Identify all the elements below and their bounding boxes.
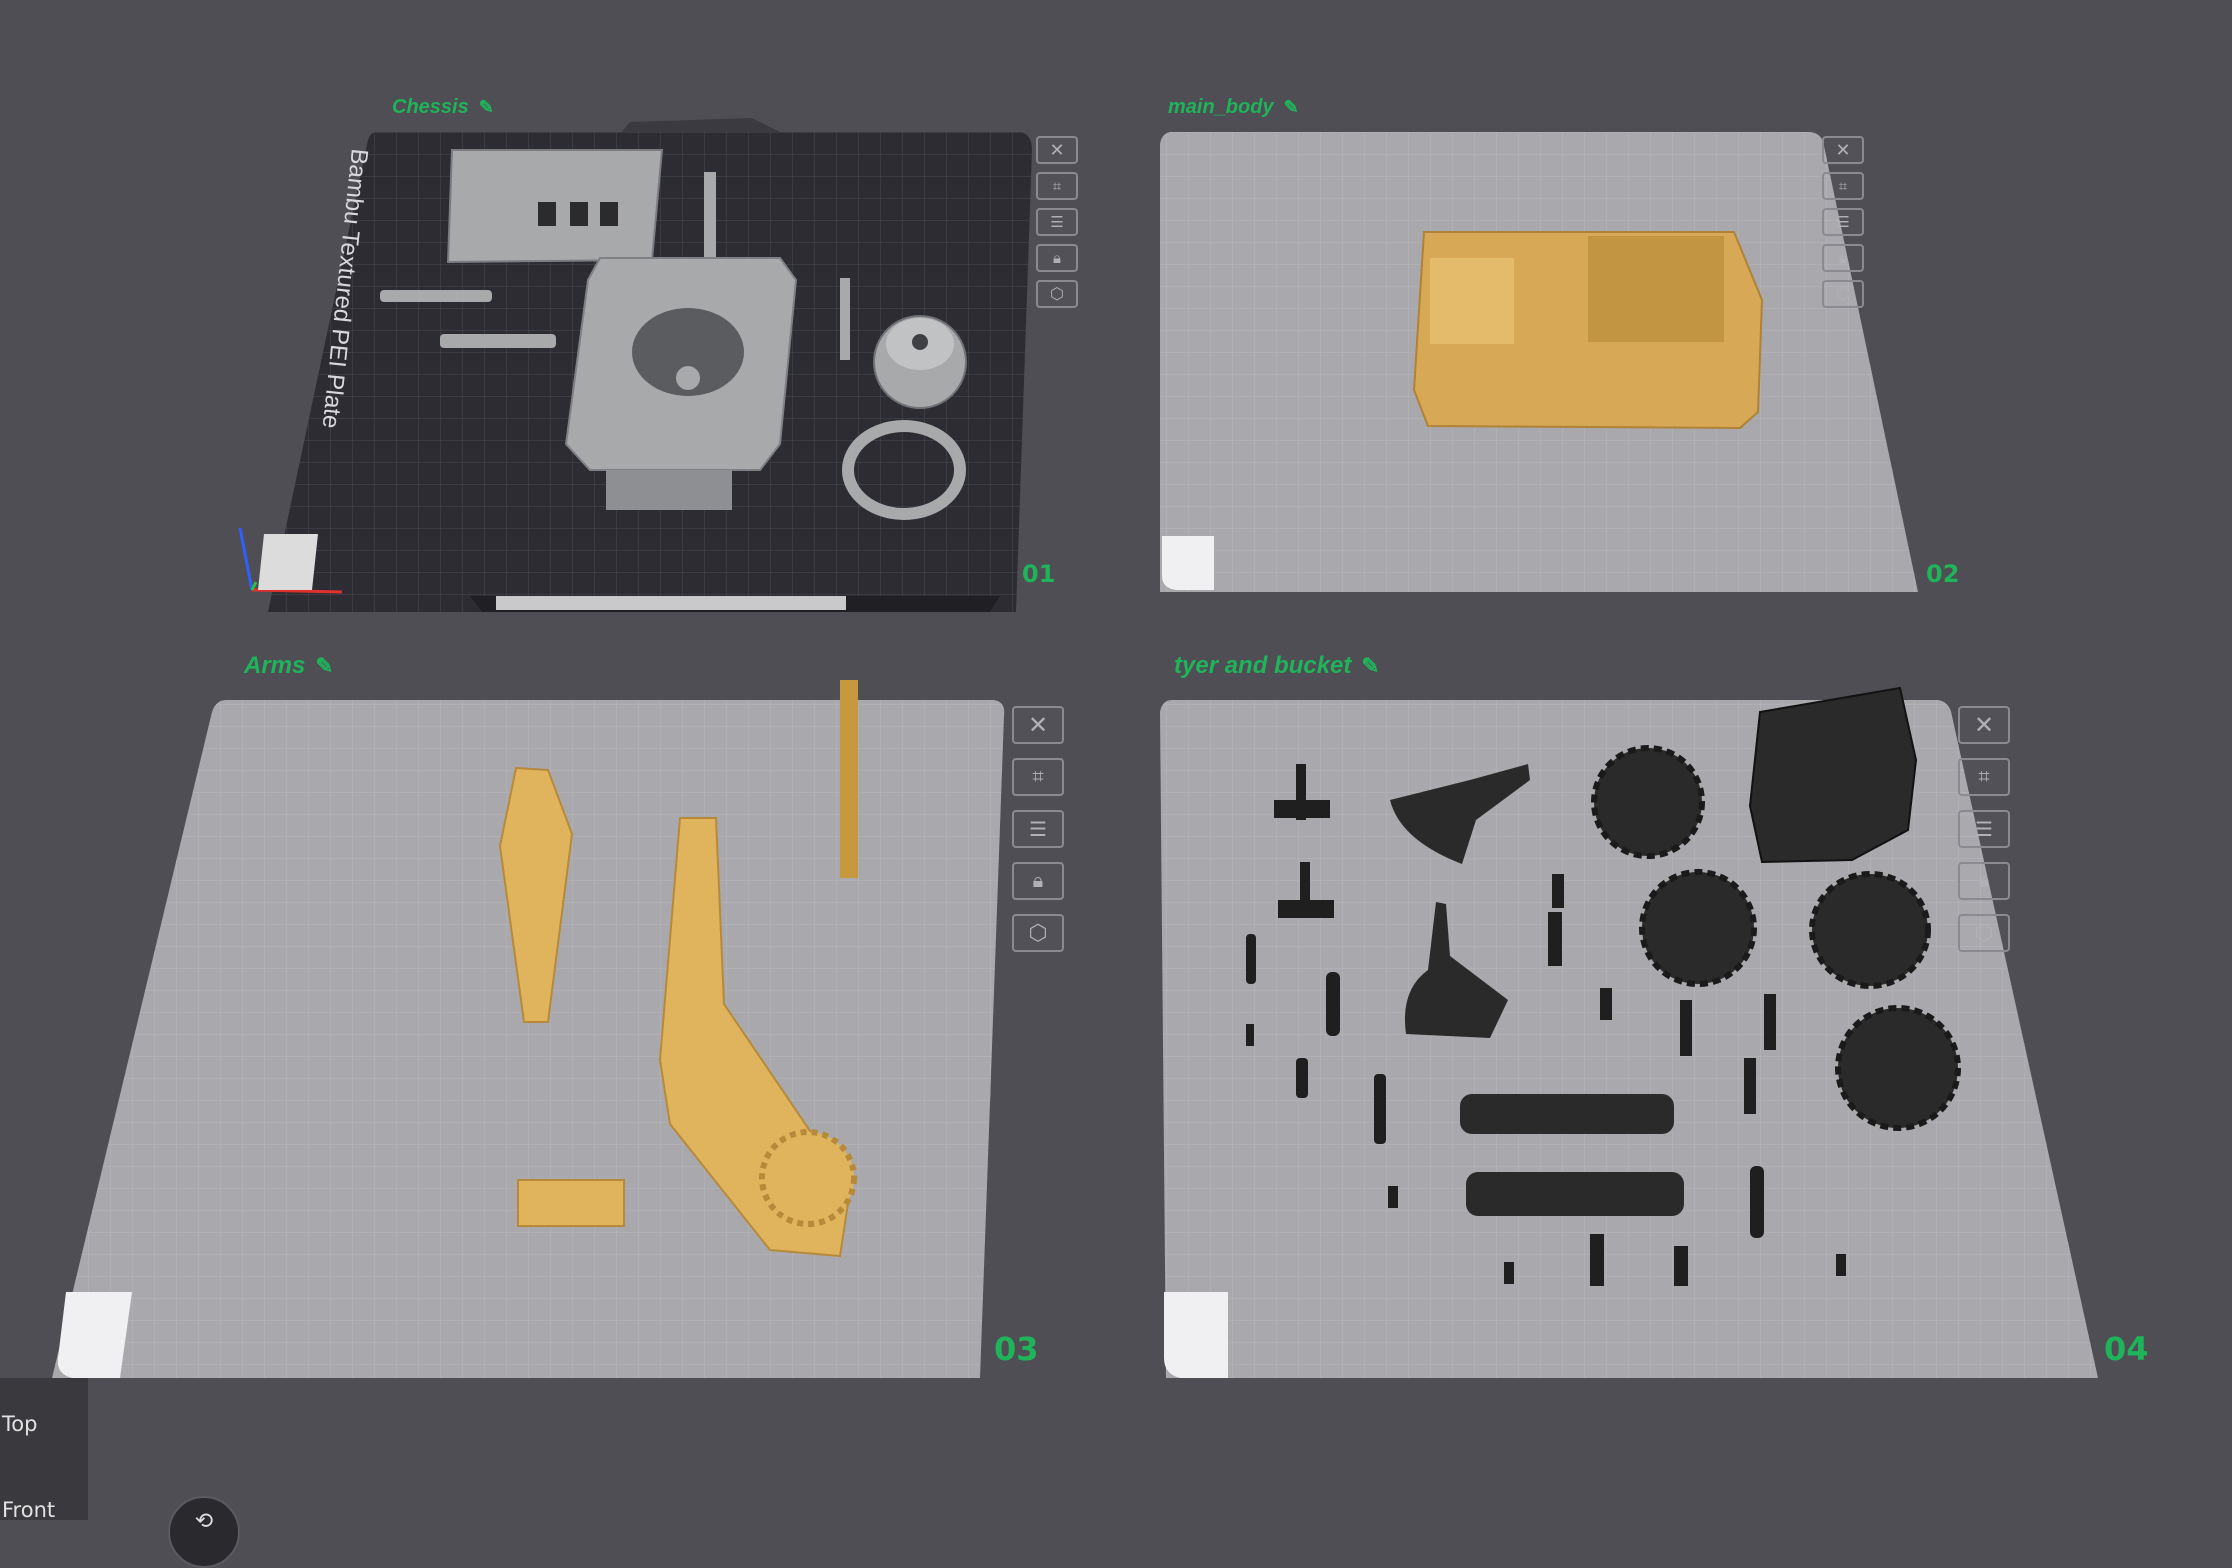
plate-01[interactable]: Bambu Textured PEI Plate bbox=[238, 118, 1032, 612]
track-link-1[interactable] bbox=[1460, 1094, 1674, 1134]
chassis-tray[interactable] bbox=[446, 149, 664, 264]
pencil-icon[interactable]: ✎ bbox=[315, 653, 333, 679]
bucket[interactable] bbox=[1748, 686, 1918, 864]
view-cube-button[interactable]: ⟲ bbox=[168, 1496, 240, 1568]
chassis-rod[interactable] bbox=[704, 172, 716, 258]
close-icon[interactable]: ✕ bbox=[1036, 136, 1078, 164]
lock-icon[interactable]: 🔒︎ bbox=[1036, 244, 1078, 272]
plate-02-name: main_body bbox=[1168, 96, 1274, 118]
plate-01-name: Chessis bbox=[392, 96, 469, 118]
track-link-2[interactable] bbox=[1466, 1172, 1684, 1216]
lock-icon[interactable]: 🔒︎ bbox=[1822, 244, 1864, 272]
chassis-bar-1[interactable] bbox=[380, 290, 492, 302]
plate-04-title[interactable]: tyer and bucket ✎ bbox=[1174, 652, 1379, 680]
pencil-icon[interactable]: ✎ bbox=[1361, 653, 1379, 679]
plate-04-tools: ✕ ⌗ ☰ 🔒︎ ⬡ bbox=[1958, 706, 2010, 952]
gear-icon[interactable]: ⬡ bbox=[1822, 280, 1864, 308]
close-icon[interactable]: ✕ bbox=[1958, 706, 2010, 744]
lock-icon[interactable]: 🔒︎ bbox=[1958, 862, 2010, 900]
tyre-3[interactable] bbox=[1809, 871, 1931, 989]
close-icon[interactable]: ✕ bbox=[1822, 136, 1864, 164]
gear-icon[interactable]: ⬡ bbox=[1036, 280, 1078, 308]
plate-04-number: 04 bbox=[2104, 1330, 2149, 1368]
plate-03[interactable] bbox=[52, 680, 1005, 1378]
orient-icon[interactable]: ⌗ bbox=[1012, 758, 1064, 796]
arm-shaft[interactable] bbox=[840, 680, 858, 878]
arrange-icon[interactable]: ☰ bbox=[1958, 810, 2010, 848]
plate-01-number: 01 bbox=[1022, 560, 1056, 588]
pencil-icon[interactable]: ✎ bbox=[1284, 97, 1299, 118]
plate-04-name: tyer and bucket bbox=[1174, 652, 1352, 679]
arm-gear[interactable] bbox=[759, 1129, 857, 1227]
chassis-pin[interactable] bbox=[840, 278, 850, 360]
plate-01-title[interactable]: Chessis ✎ bbox=[392, 96, 494, 119]
view-panel: Top Front bbox=[0, 1378, 88, 1522]
lock-icon[interactable]: 🔒︎ bbox=[1012, 862, 1064, 900]
chassis-bar-2[interactable] bbox=[440, 334, 556, 348]
orient-icon[interactable]: ⌗ bbox=[1958, 758, 2010, 796]
arrange-icon[interactable]: ☰ bbox=[1036, 208, 1078, 236]
orient-icon[interactable]: ⌗ bbox=[1036, 172, 1078, 200]
gear-icon[interactable]: ⬡ bbox=[1958, 914, 2010, 952]
pencil-icon[interactable]: ✎ bbox=[479, 97, 494, 118]
refresh-icon: ⟲ bbox=[194, 1508, 214, 1533]
chassis-hub[interactable] bbox=[873, 315, 967, 409]
close-icon[interactable]: ✕ bbox=[1012, 706, 1064, 744]
arrange-icon[interactable]: ☰ bbox=[1822, 208, 1864, 236]
arrange-icon[interactable]: ☰ bbox=[1012, 810, 1064, 848]
tyre-1[interactable] bbox=[1591, 745, 1705, 859]
plate-01-tools: ✕ ⌗ ☰ 🔒︎ ⬡ bbox=[1036, 136, 1078, 308]
view-front[interactable]: Front bbox=[2, 1498, 55, 1522]
tyre-4[interactable] bbox=[1835, 1005, 1961, 1131]
orient-icon[interactable]: ⌗ bbox=[1822, 172, 1864, 200]
gear-icon[interactable]: ⬡ bbox=[1012, 914, 1064, 952]
plate-02-number: 02 bbox=[1926, 560, 1960, 588]
arm-bracket[interactable] bbox=[517, 1179, 625, 1227]
plate-02-tools: ✕ ⌗ ☰ 🔒︎ ⬡ bbox=[1822, 136, 1864, 308]
plate-03-tools: ✕ ⌗ ☰ 🔒︎ ⬡ bbox=[1012, 706, 1064, 952]
plate-03-number: 03 bbox=[994, 1330, 1039, 1368]
plate-02-title[interactable]: main_body ✎ bbox=[1168, 96, 1299, 119]
plate-03-title[interactable]: Arms ✎ bbox=[244, 652, 333, 680]
build-plates-scene: Bambu Textured PEI Plate bbox=[52, 118, 2098, 1378]
plate-02[interactable] bbox=[1160, 132, 1918, 592]
plate-03-name: Arms bbox=[244, 652, 306, 679]
view-top[interactable]: Top bbox=[2, 1412, 37, 1436]
tyre-2[interactable] bbox=[1639, 869, 1757, 987]
main-body-part[interactable] bbox=[1412, 231, 1764, 430]
